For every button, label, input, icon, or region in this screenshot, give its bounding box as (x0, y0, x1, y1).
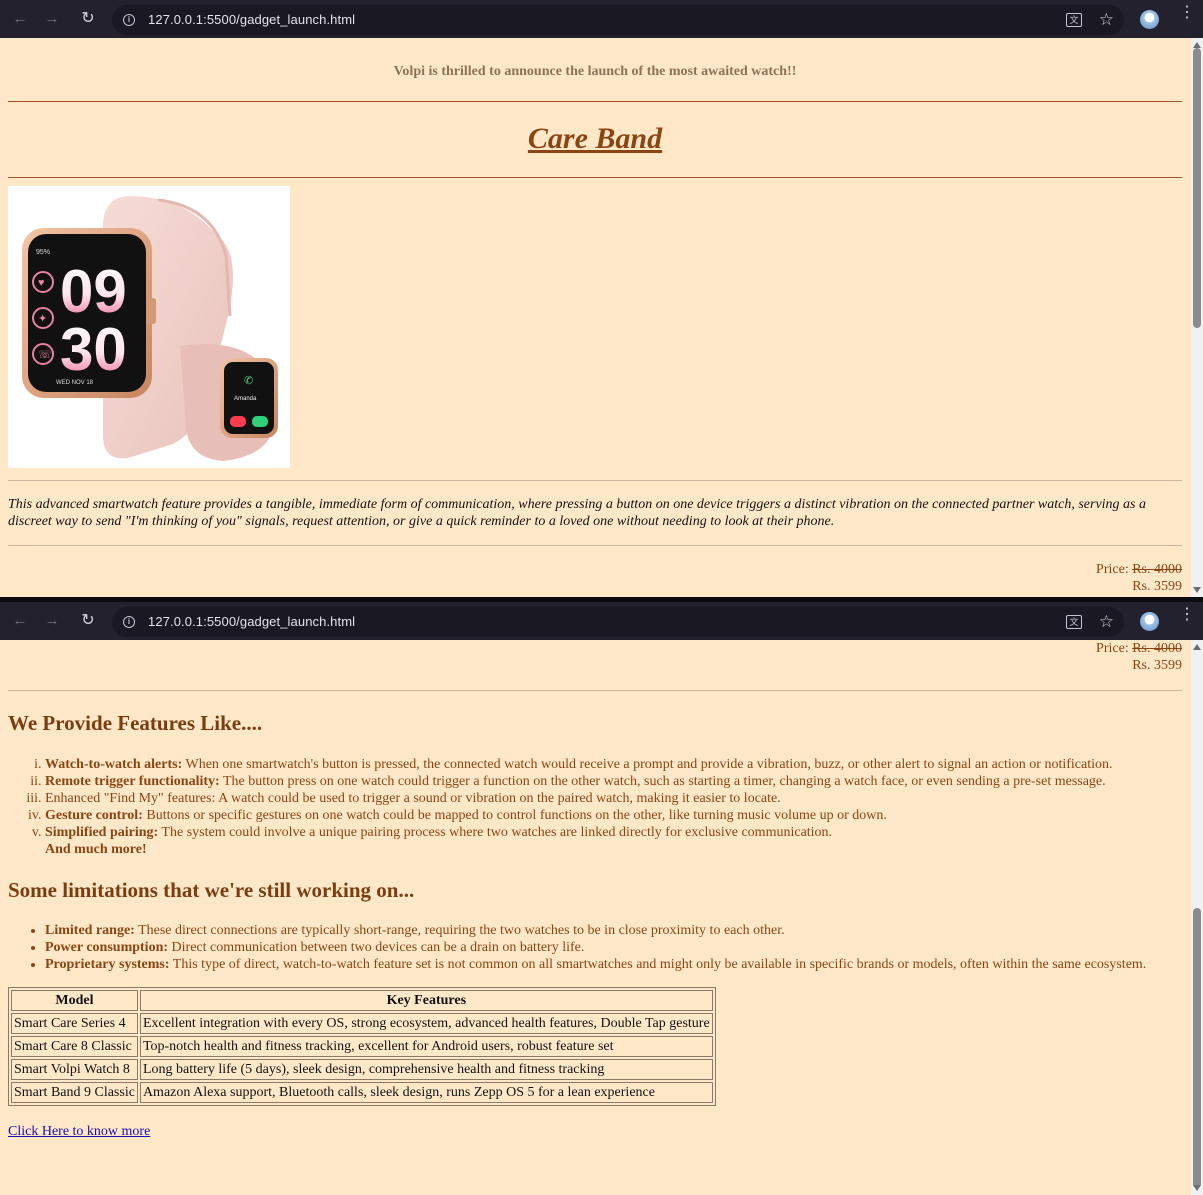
reload-icon[interactable]: ↻ (78, 9, 98, 29)
know-more-link[interactable]: Click Here to know more (8, 1124, 150, 1139)
price-block: Price: Rs. 4000 Rs. 3599 (8, 546, 1182, 595)
table-cell: Smart Volpi Watch 8 (11, 1059, 138, 1080)
list-item: Gesture control: Buttons or specific ges… (45, 807, 1182, 824)
list-item: Proprietary systems: This type of direct… (45, 956, 1182, 973)
and-more-text: And much more! (45, 842, 147, 857)
address-bar[interactable]: i 127.0.0.1:5500/gadget_launch.html 文 ☆ (112, 607, 1124, 637)
scrollbar-thumb[interactable] (1193, 48, 1201, 328)
list-item: Enhanced "Find My" features: A watch cou… (45, 790, 1182, 807)
reload-icon[interactable]: ↻ (78, 611, 98, 631)
svg-text:09: 09 (60, 258, 127, 325)
new-price: Rs. 3599 (1132, 658, 1182, 673)
table-cell: Smart Band 9 Classic (11, 1082, 138, 1103)
table-cell: Smart Care 8 Classic (11, 1036, 138, 1057)
browser-window-top: ← → ↻ i 127.0.0.1:5500/gadget_launch.htm… (0, 0, 1203, 597)
browser-toolbar: ← → ↻ i 127.0.0.1:5500/gadget_launch.htm… (0, 602, 1203, 640)
bookmark-star-icon[interactable]: ☆ (1099, 10, 1114, 30)
translate-icon[interactable]: 文 (1066, 615, 1082, 629)
price-block: Price: Rs. 4000 Rs. 3599 (8, 640, 1182, 674)
page-content: Volpi is thrilled to announce the launch… (8, 38, 1182, 595)
profile-avatar[interactable] (1140, 10, 1159, 29)
list-item: Remote trigger functionality: The button… (45, 773, 1182, 790)
table-cell: Amazon Alexa support, Bluetooth calls, s… (139, 1082, 713, 1103)
product-description: This advanced smartwatch feature provide… (8, 497, 1146, 529)
address-bar[interactable]: i 127.0.0.1:5500/gadget_launch.html 文 ☆ (112, 5, 1124, 35)
forward-arrow-icon[interactable]: → (42, 9, 62, 29)
site-info-icon[interactable]: i (123, 616, 135, 628)
divider (8, 690, 1182, 691)
new-price: Rs. 3599 (1132, 579, 1182, 594)
forward-arrow-icon[interactable]: → (42, 611, 62, 631)
table-cell: Excellent integration with every OS, str… (139, 1013, 713, 1034)
browser-toolbar: ← → ↻ i 127.0.0.1:5500/gadget_launch.htm… (0, 0, 1203, 38)
browser-window-bottom: ← → ↻ i 127.0.0.1:5500/gadget_launch.htm… (0, 602, 1203, 1195)
list-item: Limited range: These direct connections … (45, 922, 1182, 939)
table-cell: Smart Care Series 4 (11, 1013, 138, 1034)
svg-text:☏: ☏ (38, 349, 52, 361)
price-label: Price: (1096, 562, 1129, 577)
url-text[interactable]: 127.0.0.1:5500/gadget_launch.html (148, 614, 355, 629)
features-heading: We Provide Features Like.... (8, 711, 263, 735)
price-label: Price: (1096, 641, 1129, 656)
list-item: Simplified pairing: The system could inv… (45, 824, 1182, 841)
back-arrow-icon[interactable]: ← (10, 9, 30, 29)
list-item: Watch-to-watch alerts: When one smartwat… (45, 756, 1182, 773)
svg-text:Amanda: Amanda (234, 396, 257, 402)
svg-text:30: 30 (60, 316, 127, 383)
profile-avatar[interactable] (1140, 612, 1159, 631)
old-price: Rs. 4000 (1132, 562, 1182, 577)
menu-kebab-icon[interactable]: ⋮ (1179, 5, 1195, 21)
menu-kebab-icon[interactable]: ⋮ (1179, 607, 1195, 623)
scroll-up-arrow-icon[interactable] (1193, 644, 1201, 650)
table-cell: Top-notch health and fitness tracking, e… (139, 1036, 713, 1057)
scroll-down-arrow-icon[interactable] (1193, 587, 1201, 593)
table-cell: Long battery life (5 days), sleek design… (139, 1059, 713, 1080)
scrollbar-thumb[interactable] (1193, 908, 1201, 1188)
svg-text:WED NOV 18: WED NOV 18 (56, 380, 94, 386)
svg-text:✆: ✆ (244, 375, 253, 387)
table-header-row: Model Key Features (11, 990, 713, 1011)
table-row: Smart Care 8 Classic Top-notch health an… (11, 1036, 713, 1057)
old-price: Rs. 4000 (1132, 641, 1182, 656)
scroll-down-arrow-icon[interactable] (1193, 1185, 1201, 1191)
table-row: Smart Band 9 Classic Amazon Alexa suppor… (11, 1082, 713, 1103)
bookmark-star-icon[interactable]: ☆ (1099, 612, 1114, 632)
site-info-icon[interactable]: i (123, 14, 135, 26)
url-text[interactable]: 127.0.0.1:5500/gadget_launch.html (148, 12, 355, 27)
page-viewport: Volpi is thrilled to announce the launch… (0, 38, 1203, 597)
back-arrow-icon[interactable]: ← (10, 611, 30, 631)
svg-text:95%: 95% (36, 249, 50, 256)
product-title: Care Band (527, 122, 663, 155)
features-list: Watch-to-watch alerts: When one smartwat… (8, 756, 1182, 841)
vertical-scrollbar[interactable] (1191, 38, 1203, 597)
limitations-list: Limited range: These direct connections … (8, 922, 1182, 973)
table-row: Smart Care Series 4 Excellent integratio… (11, 1013, 713, 1034)
translate-icon[interactable]: 文 (1066, 13, 1082, 27)
svg-text:♥: ♥ (38, 277, 45, 289)
page-content: Price: Rs. 4000 Rs. 3599 We Provide Feat… (8, 640, 1182, 1140)
table-header: Model (11, 990, 138, 1011)
table-header: Key Features (139, 990, 713, 1011)
page-viewport: Price: Rs. 4000 Rs. 3599 We Provide Feat… (0, 640, 1203, 1195)
product-image: 95% ♥ ✦ ☏ 09 30 WED NOV 18 ✆ Amanda (8, 186, 290, 468)
table-row: Smart Volpi Watch 8 Long battery life (5… (11, 1059, 713, 1080)
divider (8, 177, 1182, 178)
limitations-heading: Some limitations that we're still workin… (8, 878, 415, 902)
vertical-scrollbar[interactable] (1191, 640, 1203, 1195)
announcement-text: Volpi is thrilled to announce the launch… (393, 64, 797, 79)
models-table: Model Key Features Smart Care Series 4 E… (8, 987, 716, 1106)
svg-text:✦: ✦ (38, 313, 47, 325)
list-item: Power consumption: Direct communication … (45, 939, 1182, 956)
